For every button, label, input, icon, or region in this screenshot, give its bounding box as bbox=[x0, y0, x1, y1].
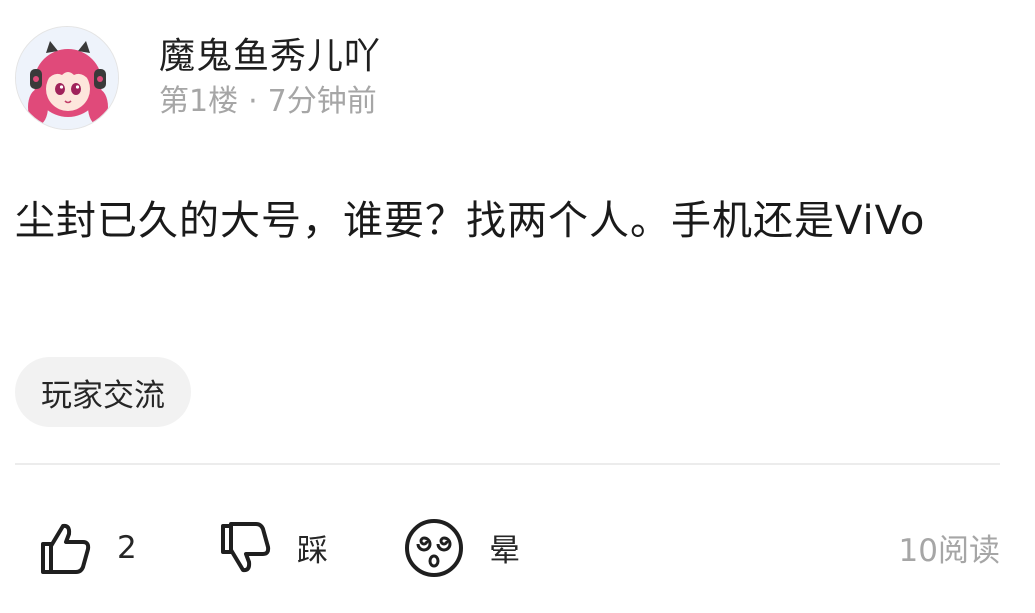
post-header: 魔鬼鱼秀儿吖 第1楼 · 7分钟前 bbox=[15, 25, 381, 130]
like-count: 2 bbox=[117, 529, 137, 566]
action-bar: 2 踩 晕 10阅读 bbox=[15, 505, 1000, 590]
floor-number: 第1楼 bbox=[159, 83, 239, 119]
dizzy-face-icon bbox=[403, 517, 465, 579]
dizzy-label: 晕 bbox=[489, 533, 520, 569]
post-time: 7分钟前 bbox=[267, 83, 377, 119]
dislike-label: 踩 bbox=[297, 533, 328, 569]
topic-tag[interactable]: 玩家交流 bbox=[15, 357, 191, 427]
author-meta: 魔鬼鱼秀儿吖 第1楼 · 7分钟前 bbox=[159, 35, 381, 121]
anime-girl-avatar-icon bbox=[16, 26, 118, 129]
dizzy-button[interactable]: 晕 bbox=[403, 505, 520, 590]
post-body: 尘封已久的大号，谁要？找两个人。手机还是ViVo bbox=[15, 198, 926, 244]
dislike-button[interactable]: 踩 bbox=[217, 505, 328, 590]
thumbs-up-icon bbox=[37, 520, 93, 576]
view-count: 10阅读 bbox=[898, 533, 1000, 569]
username[interactable]: 魔鬼鱼秀儿吖 bbox=[159, 35, 381, 79]
avatar[interactable] bbox=[15, 25, 119, 130]
post-card: 魔鬼鱼秀儿吖 第1楼 · 7分钟前 尘封已久的大号，谁要？找两个人。手机还是ViVo… bbox=[0, 0, 1035, 613]
like-button[interactable]: 2 bbox=[37, 505, 137, 590]
thumbs-down-icon bbox=[217, 520, 273, 576]
divider bbox=[15, 463, 1000, 465]
post-subline: 第1楼 · 7分钟前 bbox=[159, 83, 381, 121]
separator-dot: · bbox=[248, 83, 258, 119]
